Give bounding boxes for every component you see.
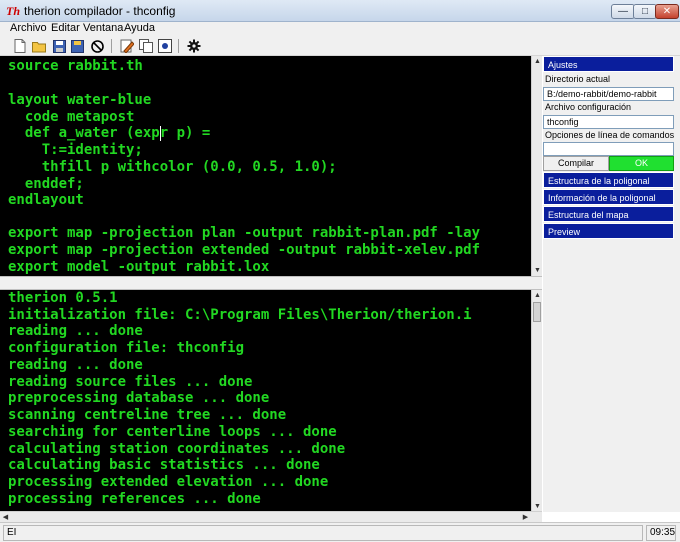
command-line-options-label: Opciones de línea de comandos	[545, 130, 675, 140]
editor-line: enddef;	[8, 176, 84, 192]
text-cursor	[160, 126, 161, 141]
menu-editar[interactable]: Editar	[51, 22, 80, 36]
panel-survey-structure[interactable]: Estructura de la poligonal	[543, 172, 674, 188]
toolbar-separator	[178, 39, 179, 53]
therion-app-icon: Th	[6, 4, 21, 18]
console-line: scanning centreline tree ... done	[8, 407, 287, 423]
status-bar: EI 09:35	[0, 522, 680, 542]
editor-line: code metapost	[8, 109, 135, 125]
settings-panel: Ajustes Directorio actual B:/demo-rabbit…	[543, 56, 680, 512]
edit-icon[interactable]	[119, 38, 135, 54]
console-vertical-scrollbar[interactable]: ▲ ▼	[531, 290, 542, 512]
console-line: processing extended elevation ... done	[8, 474, 329, 490]
ok-button[interactable]: OK	[609, 156, 674, 171]
console-line: reading ... done	[8, 323, 143, 339]
close-button[interactable]: ✕	[655, 4, 679, 19]
console-line: reading source files ... done	[8, 374, 253, 390]
console-line: calculating station coordinates ... done	[8, 441, 346, 457]
open-folder-icon[interactable]	[31, 38, 47, 54]
editor-line: export map -projection plan -output rabb…	[8, 225, 481, 241]
editor-line: source rabbit.th	[8, 58, 143, 74]
editor-line: T:=identity;	[8, 142, 143, 158]
settings-header[interactable]: Ajustes	[543, 56, 674, 72]
compile-icon[interactable]	[157, 38, 173, 54]
console-line: searching for centerline loops ... done	[8, 424, 337, 440]
editor-vertical-scrollbar[interactable]: ▲ ▼	[531, 56, 542, 276]
minimize-button[interactable]: —	[611, 4, 635, 19]
scroll-up-arrow-icon[interactable]: ▲	[532, 290, 543, 301]
editor-line: endlayout	[8, 192, 84, 208]
pane-splitter[interactable]	[0, 276, 542, 290]
console-line: preprocessing database ... done	[8, 390, 270, 406]
console-line: initialization file: C:\Program Files\Th…	[8, 307, 472, 323]
title-bar: Th therion compilador - thconfig — □ ✕	[0, 0, 680, 22]
current-directory-field[interactable]: B:/demo-rabbit/demo-rabbit	[543, 87, 674, 101]
compile-button[interactable]: Compilar	[543, 156, 609, 171]
config-file-label: Archivo configuración	[545, 102, 632, 112]
source-editor[interactable]: source rabbit.th layout water-blue code …	[0, 56, 531, 276]
current-directory-label: Directorio actual	[545, 74, 611, 84]
console-horizontal-scrollbar[interactable]: ◀ ▶	[0, 511, 542, 522]
new-file-icon[interactable]	[12, 38, 28, 54]
editor-line: def a_water (expr p) =	[8, 125, 211, 141]
editor-line: export map -projection extended -output …	[8, 242, 481, 258]
status-time: 09:35	[646, 525, 676, 541]
editor-line: layout water-blue	[8, 92, 152, 108]
scroll-down-arrow-icon[interactable]: ▼	[532, 265, 543, 276]
panel-survey-info[interactable]: Información de la poligonal	[543, 189, 674, 205]
command-line-options-field[interactable]	[543, 142, 674, 156]
menu-archivo[interactable]: Archivo	[10, 22, 47, 36]
panel-preview[interactable]: Preview	[543, 223, 674, 239]
stop-icon[interactable]	[89, 38, 105, 54]
console-line: reading ... done	[8, 357, 143, 373]
save-icon[interactable]	[51, 38, 67, 54]
window-title: therion compilador - thconfig	[24, 4, 176, 18]
console-line: therion 0.5.1	[8, 290, 118, 306]
maximize-button[interactable]: □	[633, 4, 657, 19]
config-file-field[interactable]: thconfig	[543, 115, 674, 129]
menu-bar: Archivo Editar Ventana Ayuda	[0, 22, 680, 36]
console-line: calculating basic statistics ... done	[8, 457, 320, 473]
editor-line: export model -output rabbit.lox	[8, 259, 270, 275]
toolbar	[0, 36, 680, 56]
status-mode: EI	[3, 525, 643, 541]
menu-ventana[interactable]: Ventana	[83, 22, 123, 36]
settings-icon[interactable]	[186, 38, 202, 54]
console-line: processing references ... done	[8, 491, 261, 507]
scroll-up-arrow-icon[interactable]: ▲	[532, 56, 543, 67]
toolbar-separator	[111, 39, 112, 53]
copy-icon[interactable]	[138, 38, 154, 54]
console-line: configuration file: thconfig	[8, 340, 245, 356]
console-scroll-thumb[interactable]	[533, 302, 541, 322]
save-all-icon[interactable]	[70, 38, 86, 54]
menu-ayuda[interactable]: Ayuda	[124, 22, 155, 36]
compiler-output-console: therion 0.5.1 initialization file: C:\Pr…	[0, 290, 531, 512]
editor-line: thfill p withcolor (0.0, 0.5, 1.0);	[8, 159, 337, 175]
panel-map-structure[interactable]: Estructura del mapa	[543, 206, 674, 222]
